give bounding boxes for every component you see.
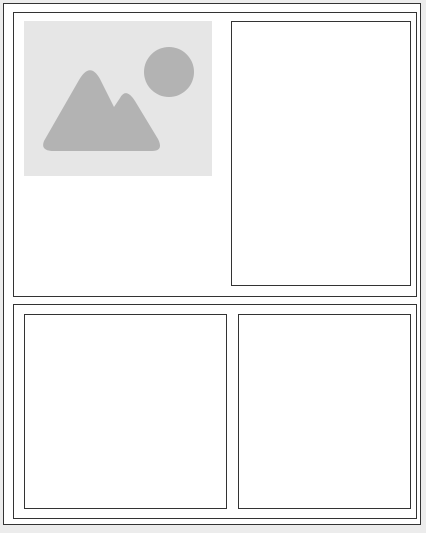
content-box-bottom-left[interactable] xyxy=(24,314,227,509)
content-box-bottom-right[interactable] xyxy=(238,314,411,509)
image-placeholder[interactable] xyxy=(24,21,212,176)
image-placeholder-icon xyxy=(43,47,194,151)
content-box-right[interactable] xyxy=(231,21,411,286)
